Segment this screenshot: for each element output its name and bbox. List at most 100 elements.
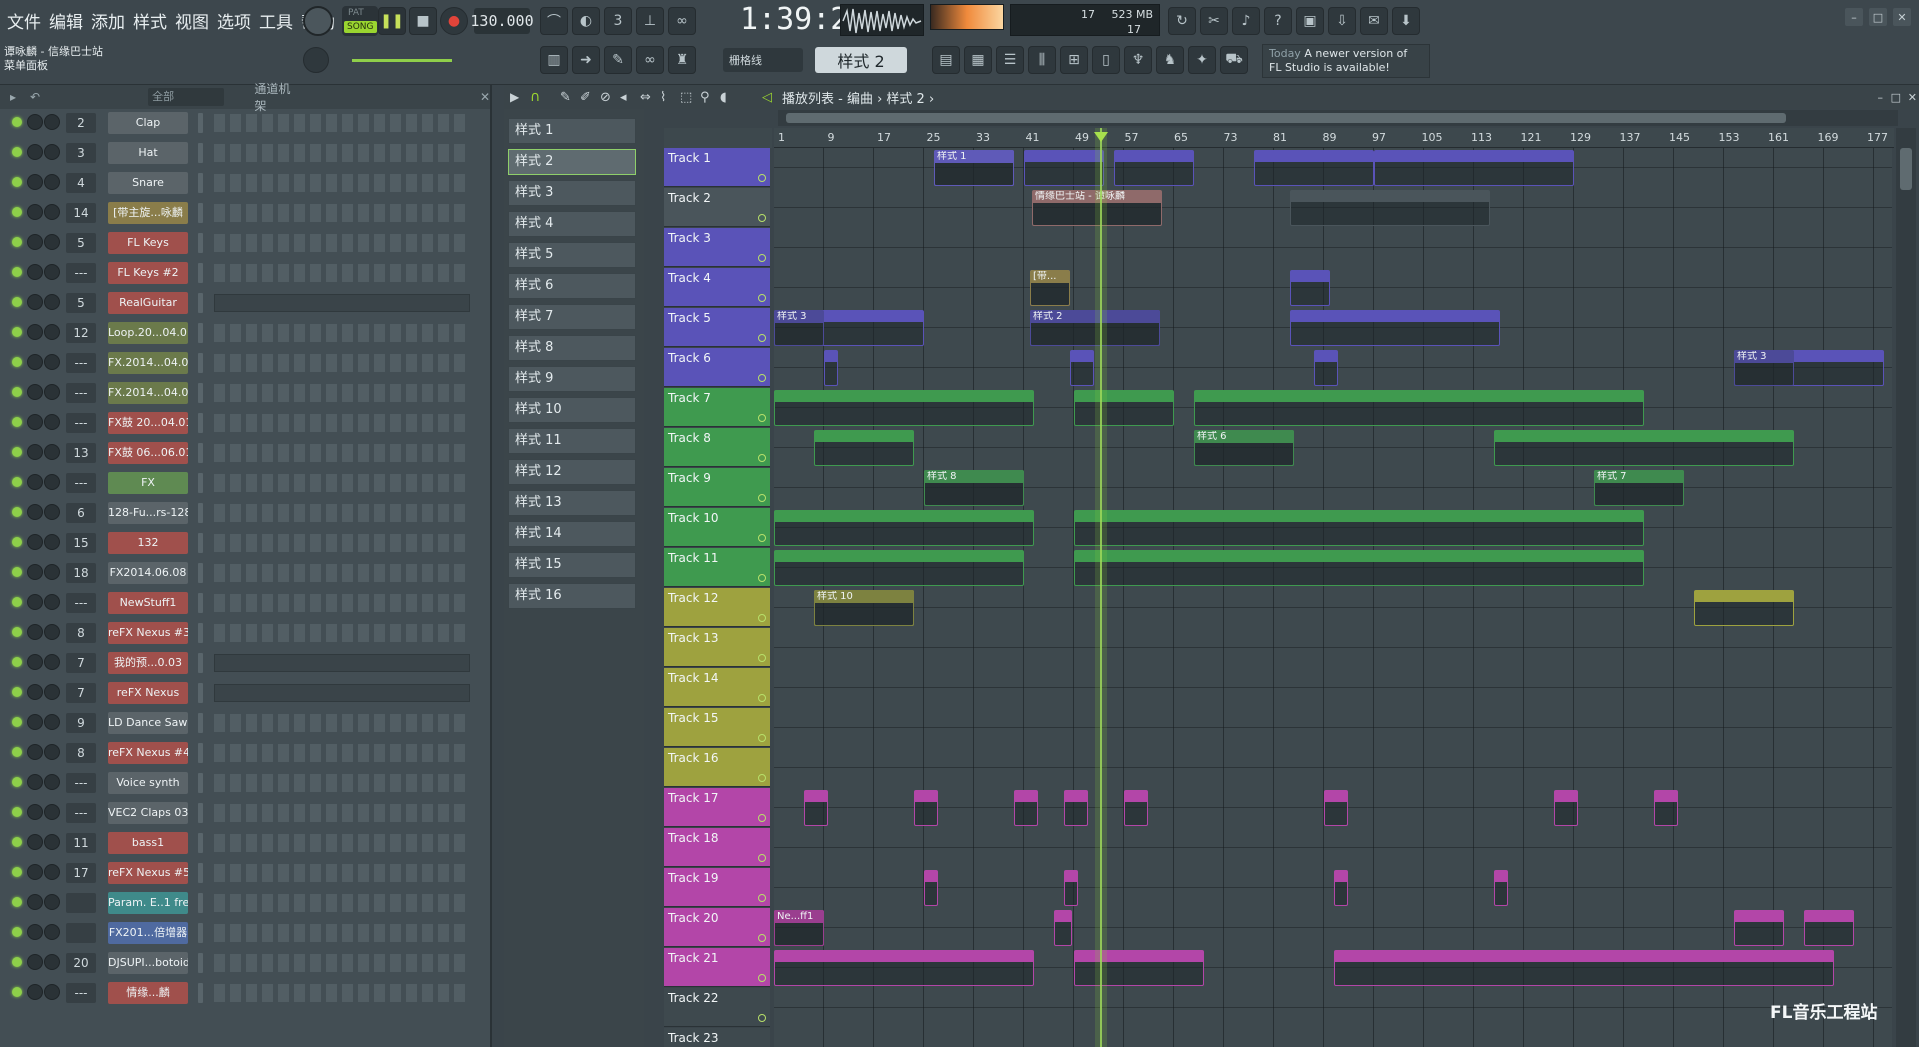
playlist-clip[interactable]: [814, 430, 914, 466]
playlist-clip[interactable]: [1334, 870, 1348, 906]
stamp-icon[interactable]: ♜: [668, 46, 696, 74]
channel-pan-knob[interactable]: [27, 114, 43, 130]
track-mute-led[interactable]: [758, 1014, 766, 1022]
channel-pan-knob[interactable]: [27, 204, 43, 220]
channel-mute-led[interactable]: [12, 747, 22, 757]
channel-pan-knob[interactable]: [27, 414, 43, 430]
playlist-clip[interactable]: [1494, 430, 1794, 466]
zoom-icon[interactable]: ⚲: [700, 90, 710, 105]
track-mute-led[interactable]: [758, 814, 766, 822]
channel-mixer-track[interactable]: ---: [66, 593, 96, 613]
track-header[interactable]: Track 11: [664, 548, 770, 587]
channel-name-button[interactable]: FX.2014...04.02: [108, 382, 188, 404]
channel-mute-led[interactable]: [12, 327, 22, 337]
menu-item-0[interactable]: 文件: [4, 6, 44, 35]
channel-pan-knob[interactable]: [27, 444, 43, 460]
menu-item-3[interactable]: 样式: [130, 6, 170, 35]
channel-select[interactable]: [198, 473, 203, 493]
channel-name-button[interactable]: VEC2 Claps 034: [108, 802, 188, 824]
chat-icon[interactable]: ✉: [1360, 7, 1388, 35]
channel-select[interactable]: [198, 143, 203, 163]
channel-mixer-track[interactable]: ---: [66, 473, 96, 493]
channel-mixer-track[interactable]: 12: [66, 323, 96, 343]
track-header[interactable]: Track 21: [664, 948, 770, 987]
channel-row[interactable]: 6 128-Fu...rs-128: [0, 499, 488, 527]
channel-pan-knob[interactable]: [27, 294, 43, 310]
channel-name-button[interactable]: Loop.20...04.01: [108, 322, 188, 344]
track-header[interactable]: Track 23: [664, 1028, 770, 1047]
channel-mute-led[interactable]: [12, 567, 22, 577]
channel-select[interactable]: [198, 563, 203, 583]
channel-pan-knob[interactable]: [27, 924, 43, 940]
step-sequencer[interactable]: [214, 714, 470, 732]
channel-mixer-track[interactable]: 7: [66, 653, 96, 673]
track-header[interactable]: Track 7: [664, 388, 770, 427]
channel-select[interactable]: [198, 833, 203, 853]
playlist-clip-labeled[interactable]: 样式 1: [934, 150, 1014, 186]
channel-volume-knob[interactable]: [44, 264, 60, 280]
track-mute-led[interactable]: [758, 454, 766, 462]
playlist-grid[interactable]: 样式 1 情缘巴士站 - 谭咏麟 [带... 样式 3 样式 2 样式 3 样式 6 样式 8…: [774, 148, 1892, 1047]
playlist-clip-labeled[interactable]: 样式 3: [774, 310, 824, 346]
channel-mute-led[interactable]: [12, 117, 22, 127]
channel-select[interactable]: [198, 743, 203, 763]
track-mute-led[interactable]: [758, 494, 766, 502]
channel-row[interactable]: 8 reFX Nexus #3: [0, 619, 488, 647]
channel-mute-led[interactable]: [12, 147, 22, 157]
channel-mute-led[interactable]: [12, 237, 22, 247]
channel-volume-knob[interactable]: [44, 414, 60, 430]
track-mute-led[interactable]: [758, 214, 766, 222]
channel-name-button[interactable]: 128-Fu...rs-128: [108, 502, 188, 524]
close-icon[interactable]: ✕: [1893, 8, 1911, 26]
channel-mute-led[interactable]: [12, 807, 22, 817]
playlist-clip[interactable]: [1064, 870, 1078, 906]
track-header[interactable]: Track 15: [664, 708, 770, 747]
channel-mixer-track[interactable]: 5: [66, 233, 96, 253]
playlist-clip[interactable]: [774, 510, 1034, 546]
step-sequencer[interactable]: [214, 804, 470, 822]
playlist-clip[interactable]: [1124, 790, 1148, 826]
track-mute-led[interactable]: [758, 894, 766, 902]
step-sequencer[interactable]: [214, 234, 470, 252]
track-header[interactable]: Track 2: [664, 188, 770, 227]
playlist-clip[interactable]: [914, 790, 938, 826]
mute-icon[interactable]: ◂: [620, 90, 627, 105]
channel-pan-knob[interactable]: [27, 354, 43, 370]
playlist-clip-labeled[interactable]: 样式 3: [1734, 350, 1794, 386]
playlist-clip[interactable]: [1494, 870, 1508, 906]
channel-row[interactable]: 15 132: [0, 529, 488, 557]
channel-name-button[interactable]: NewStuff1: [108, 592, 188, 614]
play-arrow-icon[interactable]: ▶: [510, 90, 519, 104]
step-sequencer[interactable]: [214, 834, 470, 852]
channel-mute-led[interactable]: [12, 687, 22, 697]
mic-icon[interactable]: ♪: [1232, 7, 1260, 35]
channel-row[interactable]: --- VEC2 Claps 034: [0, 799, 488, 827]
link-icon[interactable]: ∞: [636, 46, 664, 74]
channel-row[interactable]: 17 reFX Nexus #5: [0, 859, 488, 887]
menu-item-5[interactable]: 选项: [214, 6, 254, 35]
undo-icon[interactable]: ↻: [1168, 7, 1196, 35]
tempo-display[interactable]: 130.000: [470, 8, 534, 34]
channel-row[interactable]: --- FX.2014...04.02: [0, 379, 488, 407]
channel-row[interactable]: 4 Snare: [0, 169, 488, 197]
playlist-clip[interactable]: [1074, 550, 1644, 586]
channel-mute-led[interactable]: [12, 987, 22, 997]
channel-mute-led[interactable]: [12, 627, 22, 637]
pattern-item[interactable]: 样式 9: [508, 366, 636, 392]
channel-name-button[interactable]: FX2014.06.08: [108, 562, 188, 584]
channel-mixer-track[interactable]: [66, 893, 96, 913]
channel-mixer-track[interactable]: 9: [66, 713, 96, 733]
vertical-scrollbar[interactable]: [1896, 128, 1916, 1047]
channel-row[interactable]: 20 DJSUPI...botoid: [0, 949, 488, 977]
playlist-clip[interactable]: [804, 790, 828, 826]
channel-row[interactable]: --- FX: [0, 469, 488, 497]
track-mute-led[interactable]: [758, 694, 766, 702]
channel-volume-knob[interactable]: [44, 984, 60, 1000]
track-mute-led[interactable]: [758, 294, 766, 302]
pattern-item[interactable]: 样式 15: [508, 552, 636, 578]
channel-volume-knob[interactable]: [44, 924, 60, 940]
menu-item-2[interactable]: 添加: [88, 6, 128, 35]
playlist-clip[interactable]: [1114, 150, 1194, 186]
pause-icon[interactable]: ❚❚: [378, 7, 406, 35]
track-mute-led[interactable]: [758, 374, 766, 382]
